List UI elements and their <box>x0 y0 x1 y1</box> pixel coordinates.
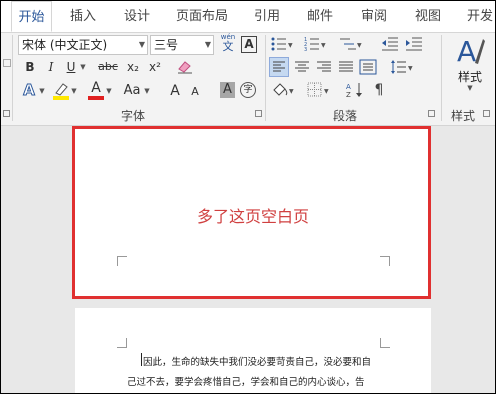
styles-dialog-launcher[interactable] <box>483 110 490 117</box>
document-area[interactable]: 多了这页空白页 因此，生命的缺失中我们没必要苛责自己，没必要和自 己过不去，要学… <box>1 126 495 393</box>
multilevel-list-icon[interactable]: ▼ <box>338 36 364 52</box>
chevron-down-icon[interactable]: ▼ <box>70 81 78 101</box>
document-page[interactable]: 因此，生命的缺失中我们没必要苛责自己，没必要和自 己过不去，要学会疼惜自己，学会… <box>75 308 431 393</box>
svg-text:▼: ▼ <box>321 42 326 49</box>
superscript-button[interactable]: x² <box>146 57 164 77</box>
borders-icon[interactable]: ▼ <box>306 81 332 99</box>
text-cursor <box>141 353 142 366</box>
change-case-button[interactable]: Aa <box>121 81 143 101</box>
blank-page-highlight <box>72 126 431 299</box>
align-center-icon[interactable] <box>293 58 311 76</box>
svg-text:▼: ▼ <box>289 88 294 95</box>
group-separator <box>12 35 13 121</box>
character-border-button[interactable]: A <box>241 36 257 53</box>
numbering-icon[interactable]: 1 2 3 ▼ <box>304 36 326 53</box>
chevron-down-icon: ▼ <box>138 40 145 49</box>
margin-corner-mark <box>380 338 390 348</box>
margin-corner-mark <box>117 338 127 348</box>
word-window: 开始 插入 设计 页面布局 引用 邮件 审阅 视图 开发 宋体 (中文正文) ▼… <box>0 0 496 394</box>
tab-developer[interactable]: 开发 <box>462 1 495 32</box>
italic-button[interactable]: I <box>43 57 59 77</box>
paragraph-line: 因此，生命的缺失中我们没必要苛责自己，没必要和自 <box>143 357 372 368</box>
font-name-combo[interactable]: 宋体 (中文正文) ▼ <box>18 35 148 55</box>
tab-references[interactable]: 引用 <box>245 1 289 32</box>
paragraph-line: 己过不去，要学会疼惜自己，学会和自己的内心谈心，告 <box>127 377 365 388</box>
tab-home[interactable]: 开始 <box>11 1 52 32</box>
tab-design[interactable]: 设计 <box>115 1 159 32</box>
justify-icon[interactable] <box>337 58 355 76</box>
enclose-characters-button[interactable]: 字 <box>240 82 256 98</box>
tab-view[interactable]: 视图 <box>406 1 450 32</box>
tab-page-layout[interactable]: 页面布局 <box>169 1 235 32</box>
strikethrough-button[interactable]: abc <box>96 57 120 77</box>
font-group-label: 字体 <box>121 109 146 123</box>
chevron-down-icon: ▼ <box>204 40 211 49</box>
chevron-down-icon[interactable]: ▼ <box>105 81 113 101</box>
font-color-letter: A <box>91 80 101 96</box>
distributed-icon[interactable] <box>359 58 377 76</box>
bullets-icon[interactable]: ▼ <box>271 36 293 52</box>
text-effects-button[interactable]: A <box>21 81 37 100</box>
svg-text:▼: ▼ <box>288 42 293 49</box>
ribbon-tab-bar: 开始 插入 设计 页面布局 引用 邮件 审阅 视图 开发 <box>1 1 495 33</box>
group-separator <box>265 35 266 121</box>
shrink-font-button[interactable]: A <box>187 82 203 102</box>
sort-icon[interactable]: AZ <box>346 81 364 99</box>
font-color-swatch <box>88 96 104 100</box>
tab-mailings[interactable]: 邮件 <box>298 1 342 32</box>
character-shading-button[interactable]: A <box>220 82 235 98</box>
font-color-button[interactable]: A <box>87 80 105 100</box>
styles-group-label: 样式 <box>451 109 476 123</box>
chevron-down-icon[interactable]: ▼ <box>79 57 87 77</box>
phonetic-guide-char: 文 <box>222 40 234 53</box>
font-dialog-launcher[interactable] <box>255 110 262 117</box>
svg-text:3: 3 <box>304 47 307 52</box>
align-left-button[interactable] <box>269 57 289 77</box>
bold-button[interactable]: B <box>21 57 39 77</box>
group-separator <box>441 35 442 121</box>
ribbon: 宋体 (中文正文) ▼ 三号 ▼ wén 文 A B I U ▼ abc x₂ … <box>1 33 495 126</box>
line-spacing-icon[interactable]: ▼ <box>390 58 416 76</box>
tab-insert[interactable]: 插入 <box>61 1 105 32</box>
styles-button-label: 样式 <box>457 70 482 84</box>
svg-text:A: A <box>457 35 476 67</box>
show-marks-icon[interactable]: ¶ <box>371 82 387 98</box>
svg-text:A: A <box>346 83 351 91</box>
shading-icon[interactable]: ▼ <box>271 81 297 99</box>
paragraph-group-label: 段落 <box>333 109 358 123</box>
svg-text:▼: ▼ <box>324 88 329 95</box>
svg-text:Z: Z <box>346 91 351 99</box>
paragraph-dialog-launcher[interactable] <box>428 110 435 117</box>
tab-review[interactable]: 审阅 <box>352 1 396 32</box>
chevron-down-icon[interactable]: ▼ <box>143 81 151 101</box>
font-size-combo[interactable]: 三号 ▼ <box>150 35 214 55</box>
font-name-value: 宋体 (中文正文) <box>22 38 108 52</box>
phonetic-guide-button[interactable]: wén 文 <box>219 33 237 55</box>
chevron-down-icon[interactable]: ▼ <box>38 81 46 101</box>
subscript-button[interactable]: x₂ <box>124 57 142 77</box>
clear-formatting-icon[interactable] <box>177 60 193 74</box>
underline-button[interactable]: U <box>63 57 79 77</box>
styles-icon: A <box>457 35 485 68</box>
grow-font-button[interactable]: A <box>166 81 184 101</box>
font-size-value: 三号 <box>154 38 179 52</box>
increase-indent-icon[interactable] <box>405 36 423 52</box>
highlighter-icon[interactable] <box>52 81 70 101</box>
clipboard-group-edge <box>1 37 11 97</box>
svg-text:▼: ▼ <box>408 65 413 72</box>
decrease-indent-icon[interactable] <box>381 36 399 52</box>
align-right-icon[interactable] <box>315 58 333 76</box>
chevron-down-icon: ▼ <box>467 84 473 92</box>
clipboard-launcher[interactable] <box>3 110 10 117</box>
svg-text:▼: ▼ <box>357 42 362 49</box>
styles-button[interactable]: A 样式 ▼ <box>452 33 488 97</box>
